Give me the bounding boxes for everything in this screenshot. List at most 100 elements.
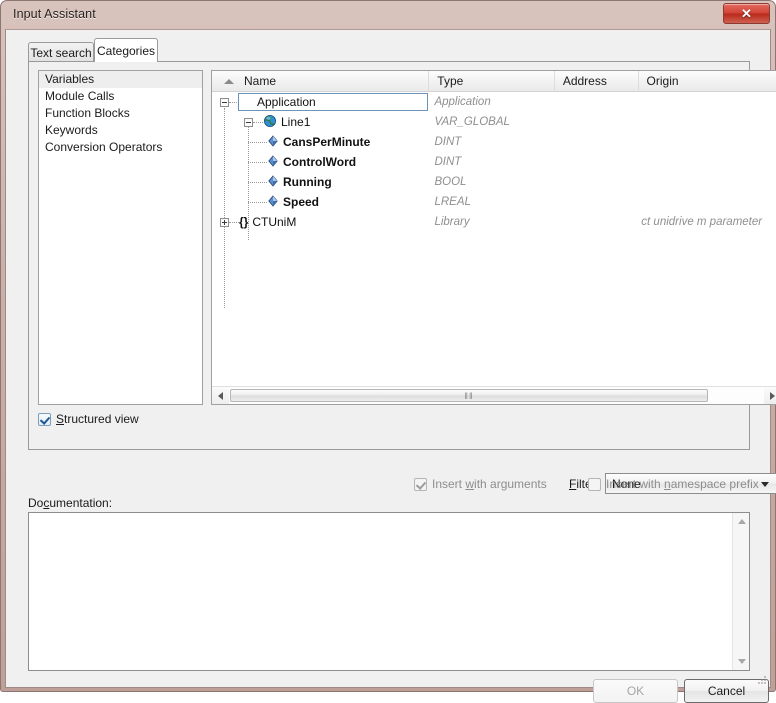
tree-horizontal-scrollbar[interactable]: ‖‖ — [212, 386, 776, 404]
column-header-origin[interactable]: Origin — [639, 71, 776, 92]
structured-view-checkbox[interactable]: Structured view — [38, 412, 139, 426]
input-assistant-dialog: Input Assistant ✕ Text search Categories… — [0, 0, 776, 703]
variables-tree-panel: Name Type Address Origin Application App… — [211, 70, 776, 405]
insert-args-accel: w — [465, 477, 475, 491]
column-header-address[interactable]: Address — [555, 71, 639, 92]
tab-text-search[interactable]: Text search — [28, 42, 94, 62]
tree-dots — [248, 161, 267, 163]
tree-dots — [248, 141, 267, 143]
category-item-variables[interactable]: Variables — [39, 71, 202, 88]
tree-cell-type: DINT — [434, 156, 462, 168]
table-row[interactable]: {} CTUniM Library ct unidrive m paramete… — [212, 212, 776, 232]
tree-cell-address — [551, 112, 634, 132]
scrollbar-thumb[interactable]: ‖‖ — [230, 389, 708, 402]
table-row[interactable]: ControlWord DINT — [212, 152, 776, 172]
tree-cell-origin — [633, 132, 776, 152]
close-icon: ✕ — [741, 6, 752, 21]
tree-cell-type: DINT — [434, 136, 462, 148]
categories-tab-page: Variables Module Calls Function Blocks K… — [28, 61, 776, 494]
category-item-keywords[interactable]: Keywords — [39, 122, 202, 139]
table-row[interactable]: Running BOOL — [212, 172, 776, 192]
tree-cell-type: Library — [434, 216, 470, 228]
tree-cell-type: Application — [434, 96, 491, 108]
insert-ns-post: amespace prefix — [670, 477, 759, 491]
table-row[interactable]: CansPerMinute DINT — [212, 132, 776, 152]
tree-dots — [248, 181, 267, 183]
insert-with-namespace-prefix-checkbox: Insert with namespace prefix — [588, 477, 759, 491]
table-row[interactable]: Application Application — [212, 92, 776, 112]
scroll-down-icon[interactable] — [733, 653, 750, 670]
tree-dots — [248, 201, 267, 203]
tree-node-line1[interactable]: Line1 — [212, 112, 426, 132]
column-header-name-label: Name — [244, 74, 277, 88]
tree-node-running[interactable]: Running — [212, 172, 426, 192]
tree-cell-address — [551, 152, 634, 172]
tree-node-cansperminute[interactable]: CansPerMinute — [212, 132, 426, 152]
tree-cell-origin: ct unidrive m parameter — [641, 216, 763, 228]
insert-with-arguments-box — [414, 477, 427, 491]
structured-view-label: Structured view — [56, 412, 139, 426]
ok-button[interactable]: OK — [593, 679, 678, 703]
tree-cell-address — [551, 212, 634, 232]
tree-cell-type: LREAL — [434, 196, 471, 208]
column-header-name[interactable]: Name — [212, 71, 430, 92]
category-list[interactable]: Variables Module Calls Function Blocks K… — [38, 70, 203, 405]
column-header-type[interactable]: Type — [429, 71, 555, 92]
sort-ascending-icon — [224, 79, 234, 84]
category-item-function-blocks[interactable]: Function Blocks — [39, 105, 202, 122]
tree-dots — [253, 121, 263, 123]
tree-node-ctunim[interactable]: {} CTUniM — [212, 212, 426, 232]
tree-cell-address — [551, 92, 634, 112]
tree-body: Application Application Line1 VAR_GLOBAL… — [212, 92, 776, 386]
tree-cell-type: BOOL — [434, 176, 467, 188]
category-item-module-calls[interactable]: Module Calls — [39, 88, 202, 105]
insert-ns-accel: n — [664, 477, 671, 491]
tree-node-label: Application — [257, 95, 316, 109]
scroll-left-icon[interactable] — [212, 387, 229, 404]
tree-node-label: CTUniM — [252, 215, 297, 229]
scrollbar-track[interactable]: ‖‖ — [229, 387, 764, 404]
variable-diamond-icon — [267, 154, 279, 170]
expander-collapse-icon[interactable] — [244, 117, 253, 127]
tree-cell-address — [551, 172, 634, 192]
tree-cell-origin — [633, 112, 776, 132]
insert-args-pre: Insert — [432, 477, 466, 491]
tree-cell-origin — [633, 92, 776, 112]
tab-categories[interactable]: Categories — [94, 38, 158, 62]
documentation-textarea[interactable] — [28, 512, 750, 671]
variable-diamond-icon — [267, 194, 279, 210]
documentation-label: Documentation: — [28, 496, 112, 510]
expander-collapse-icon[interactable] — [220, 97, 229, 107]
dialog-client-area: Text search Categories Variables Module … — [5, 29, 776, 703]
table-row[interactable]: Speed LREAL — [212, 192, 776, 212]
tree-node-controlword[interactable]: ControlWord — [212, 152, 426, 172]
tree-cell-origin — [633, 192, 776, 212]
tree-cell-type: VAR_GLOBAL — [434, 116, 510, 128]
tree-node-label: Line1 — [281, 115, 311, 129]
braces-icon: {} — [239, 215, 249, 229]
insert-with-arguments-label: Insert with arguments — [432, 477, 547, 491]
structured-view-checkbox-box[interactable] — [38, 412, 51, 426]
insert-with-namespace-prefix-label: Insert with namespace prefix — [606, 477, 759, 491]
scroll-up-icon[interactable] — [733, 513, 750, 530]
variable-diamond-icon — [267, 134, 279, 150]
tree-column-header: Name Type Address Origin — [212, 71, 776, 92]
scroll-right-icon[interactable] — [764, 387, 776, 404]
table-row[interactable]: Line1 VAR_GLOBAL — [212, 112, 776, 132]
insert-with-arguments-checkbox: Insert with arguments — [414, 477, 547, 491]
globe-icon — [263, 114, 277, 131]
tree-node-speed[interactable]: Speed — [212, 192, 426, 212]
doc-label-pre: Do — [28, 496, 44, 510]
variable-diamond-icon — [267, 174, 279, 190]
tree-dots — [229, 221, 239, 223]
documentation-vertical-scrollbar[interactable] — [732, 513, 749, 670]
resize-grip-icon[interactable] — [755, 673, 767, 685]
tree-node-application[interactable]: Application — [212, 92, 428, 112]
close-button[interactable]: ✕ — [723, 3, 770, 24]
tree-cell-address — [551, 192, 634, 212]
tree-cell-origin — [633, 152, 776, 172]
expander-expand-icon[interactable] — [220, 217, 229, 227]
window-title: Input Assistant — [13, 7, 96, 21]
category-item-conversion-operators[interactable]: Conversion Operators — [39, 139, 202, 156]
structured-view-label-rest: tructured view — [64, 412, 139, 426]
